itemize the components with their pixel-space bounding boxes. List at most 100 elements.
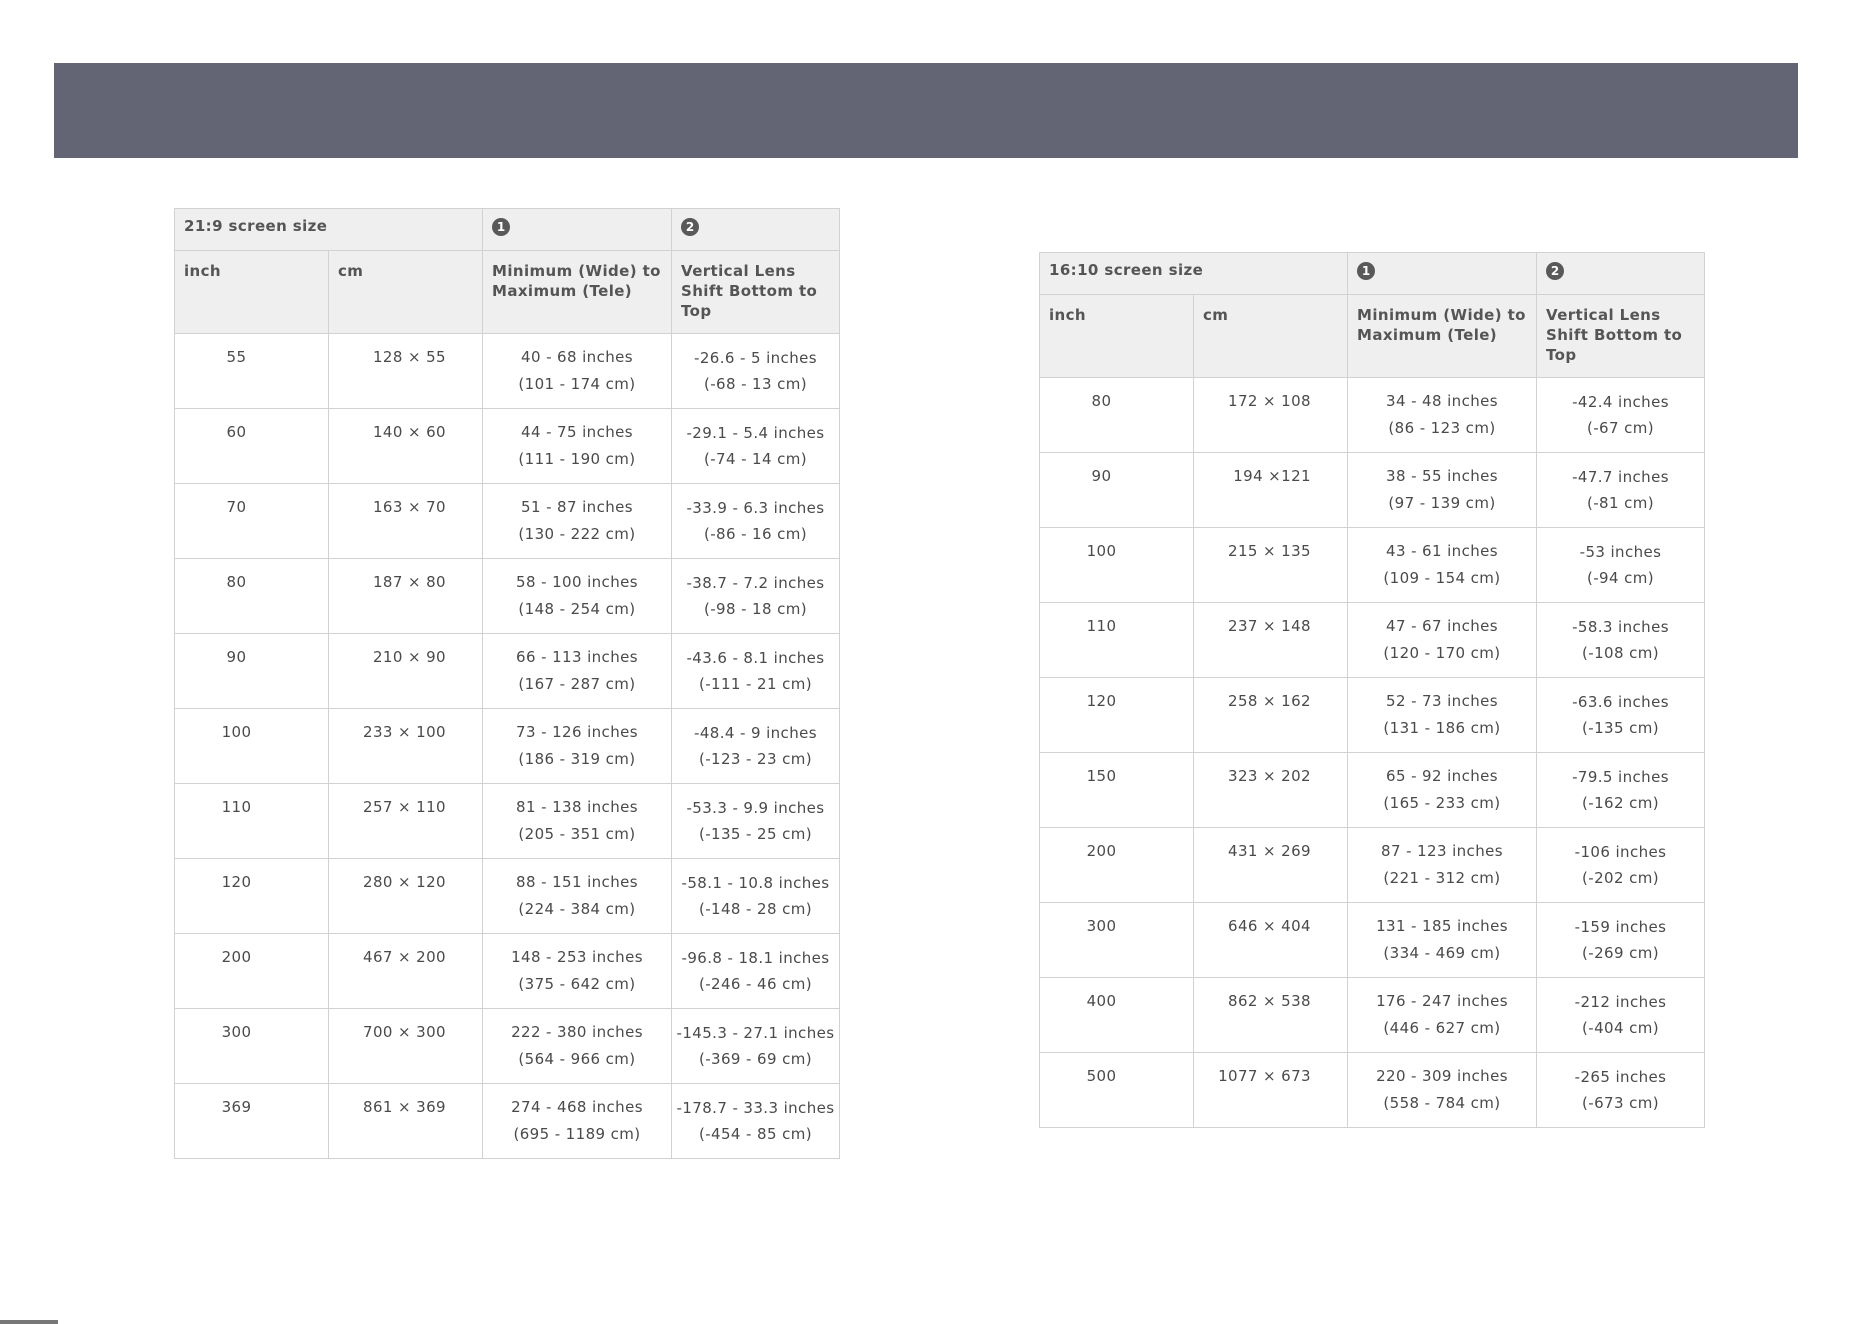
- column-header-inch: inch: [1039, 294, 1194, 378]
- cell-inch: 200: [174, 933, 329, 1009]
- cell-lens-shift: -106 inches (-202 cm): [1536, 827, 1705, 903]
- distance-cm: (109 - 154 cm): [1383, 569, 1501, 587]
- shift-cm: (-148 - 28 cm): [698, 900, 812, 918]
- table-row: 80 187 × 80 58 - 100 inches (148 - 254 cm) -…: [174, 558, 840, 634]
- distance-inches: 58 - 100 inches: [516, 573, 638, 591]
- cell-inch: 90: [1039, 452, 1194, 528]
- cell-inch: 100: [1039, 527, 1194, 603]
- cell-lens-shift: -42.4 inches (-67 cm): [1536, 377, 1705, 453]
- shift-inches: -58.3 inches: [1572, 618, 1669, 636]
- cell-cm: 172 × 108: [1193, 377, 1348, 453]
- shift-cm: (-202 cm): [1582, 869, 1659, 887]
- cell-distance: 87 - 123 inches (221 - 312 cm): [1347, 827, 1537, 903]
- cell-lens-shift: -58.1 - 10.8 inches (-148 - 28 cm): [671, 858, 840, 934]
- cell-distance: 38 - 55 inches (97 - 139 cm): [1347, 452, 1537, 528]
- cell-lens-shift: -145.3 - 27.1 inches (-369 - 69 cm): [671, 1008, 840, 1084]
- table-row: 120 258 × 162 52 - 73 inches (131 - 186 cm)…: [1039, 677, 1705, 753]
- shift-inches: -47.7 inches: [1572, 468, 1669, 486]
- distance-inches: 131 - 185 inches: [1376, 917, 1508, 935]
- distance-inches: 81 - 138 inches: [516, 798, 638, 816]
- distance-cm: (101 - 174 cm): [518, 375, 636, 393]
- shift-inches: -63.6 inches: [1572, 693, 1669, 711]
- cell-inch: 70: [174, 483, 329, 559]
- cell-cm: 163 × 70: [328, 483, 483, 559]
- table-row: 100 215 × 135 43 - 61 inches (109 - 154 cm)…: [1039, 527, 1705, 603]
- distance-inches: 34 - 48 inches: [1386, 392, 1498, 410]
- distance-cm: (564 - 966 cm): [518, 1050, 636, 1068]
- cell-cm: 140 × 60: [328, 408, 483, 484]
- distance-inches: 47 - 67 inches: [1386, 617, 1498, 635]
- cell-distance: 34 - 48 inches (86 - 123 cm): [1347, 377, 1537, 453]
- cell-distance: 65 - 92 inches (165 - 233 cm): [1347, 752, 1537, 828]
- cell-distance: 66 - 113 inches (167 - 287 cm): [482, 633, 672, 709]
- shift-inches: -48.4 - 9 inches: [694, 724, 817, 742]
- shift-inches: -58.1 - 10.8 inches: [681, 874, 830, 892]
- page-corner-mark: [0, 1320, 58, 1324]
- shift-inches: -178.7 - 33.3 inches: [676, 1099, 835, 1117]
- distance-inches: 43 - 61 inches: [1386, 542, 1498, 560]
- table-row: 80 172 × 108 34 - 48 inches (86 - 123 cm) -4…: [1039, 377, 1705, 453]
- cell-inch: 80: [174, 558, 329, 634]
- cell-inch: 300: [1039, 902, 1194, 978]
- cell-inch: 110: [174, 783, 329, 859]
- cell-inch: 120: [174, 858, 329, 934]
- shift-cm: (-86 - 16 cm): [703, 525, 808, 543]
- shift-cm: (-404 cm): [1582, 1019, 1659, 1037]
- screen-size-table-16-10: 16:10 screen size 1 2 inch cm Minimum (W…: [1039, 252, 1705, 1128]
- shift-cm: (-246 - 46 cm): [698, 975, 812, 993]
- cell-distance: 222 - 380 inches (564 - 966 cm): [482, 1008, 672, 1084]
- cell-lens-shift: -96.8 - 18.1 inches (-246 - 46 cm): [671, 933, 840, 1009]
- distance-cm: (558 - 784 cm): [1383, 1094, 1501, 1112]
- cell-distance: 148 - 253 inches (375 - 642 cm): [482, 933, 672, 1009]
- cell-distance: 220 - 309 inches (558 - 784 cm): [1347, 1052, 1537, 1128]
- table-row: 200 467 × 200 148 - 253 inches (375 - 642 c…: [174, 933, 840, 1009]
- distance-inches: 274 - 468 inches: [511, 1098, 643, 1116]
- cell-cm: 646 × 404: [1193, 902, 1348, 978]
- cell-cm: 194 ×121: [1193, 452, 1348, 528]
- distance-inches: 176 - 247 inches: [1376, 992, 1508, 1010]
- table-body: 80 172 × 108 34 - 48 inches (86 - 123 cm) -4…: [1039, 377, 1705, 1128]
- number-2-icon: 2: [681, 218, 699, 236]
- distance-cm: (120 - 170 cm): [1383, 644, 1501, 662]
- table-row: 110 257 × 110 81 - 138 inches (205 - 351 cm…: [174, 783, 840, 859]
- cell-cm: 215 × 135: [1193, 527, 1348, 603]
- cell-distance: 88 - 151 inches (224 - 384 cm): [482, 858, 672, 934]
- cell-cm: 187 × 80: [328, 558, 483, 634]
- distance-inches: 40 - 68 inches: [521, 348, 633, 366]
- table-row: 90 194 ×121 38 - 55 inches (97 - 139 cm) -47…: [1039, 452, 1705, 528]
- table-row: 150 323 × 202 65 - 92 inches (165 - 233 cm)…: [1039, 752, 1705, 828]
- distance-inches: 66 - 113 inches: [516, 648, 638, 666]
- distance-inches: 65 - 92 inches: [1386, 767, 1498, 785]
- table-row: 90 210 × 90 66 - 113 inches (167 - 287 cm) -…: [174, 633, 840, 709]
- distance-cm: (186 - 319 cm): [518, 750, 636, 768]
- header-bar: [54, 63, 1798, 158]
- cell-distance: 176 - 247 inches (446 - 627 cm): [1347, 977, 1537, 1053]
- distance-cm: (97 - 139 cm): [1388, 494, 1496, 512]
- cell-cm: 237 × 148: [1193, 602, 1348, 678]
- cell-inch: 80: [1039, 377, 1194, 453]
- shift-inches: -43.6 - 8.1 inches: [686, 649, 825, 667]
- shift-cm: (-67 cm): [1586, 419, 1655, 437]
- column-header-cm: cm: [328, 250, 483, 334]
- cell-distance: 73 - 126 inches (186 - 319 cm): [482, 708, 672, 784]
- shift-cm: (-135 cm): [1582, 719, 1659, 737]
- distance-cm: (446 - 627 cm): [1383, 1019, 1501, 1037]
- cell-distance: 43 - 61 inches (109 - 154 cm): [1347, 527, 1537, 603]
- column-header-lens-shift: Vertical Lens Shift Bottom to Top: [671, 250, 840, 334]
- column-header-cm: cm: [1193, 294, 1348, 378]
- cell-cm: 467 × 200: [328, 933, 483, 1009]
- distance-inches: 220 - 309 inches: [1376, 1067, 1508, 1085]
- distance-marker: 1: [482, 208, 672, 251]
- distance-cm: (375 - 642 cm): [518, 975, 636, 993]
- cell-distance: 81 - 138 inches (205 - 351 cm): [482, 783, 672, 859]
- distance-cm: (148 - 254 cm): [518, 600, 636, 618]
- table-row: 400 862 × 538 176 - 247 inches (446 - 627 c…: [1039, 977, 1705, 1053]
- shift-inches: -53.3 - 9.9 inches: [686, 799, 825, 817]
- cell-cm: 431 × 269: [1193, 827, 1348, 903]
- shift-cm: (-111 - 21 cm): [698, 675, 812, 693]
- shift-marker: 2: [1536, 252, 1705, 295]
- distance-cm: (165 - 233 cm): [1383, 794, 1501, 812]
- cell-distance: 52 - 73 inches (131 - 186 cm): [1347, 677, 1537, 753]
- cell-distance: 131 - 185 inches (334 - 469 cm): [1347, 902, 1537, 978]
- column-header-distance: Minimum (Wide) to Maximum (Tele): [482, 250, 672, 334]
